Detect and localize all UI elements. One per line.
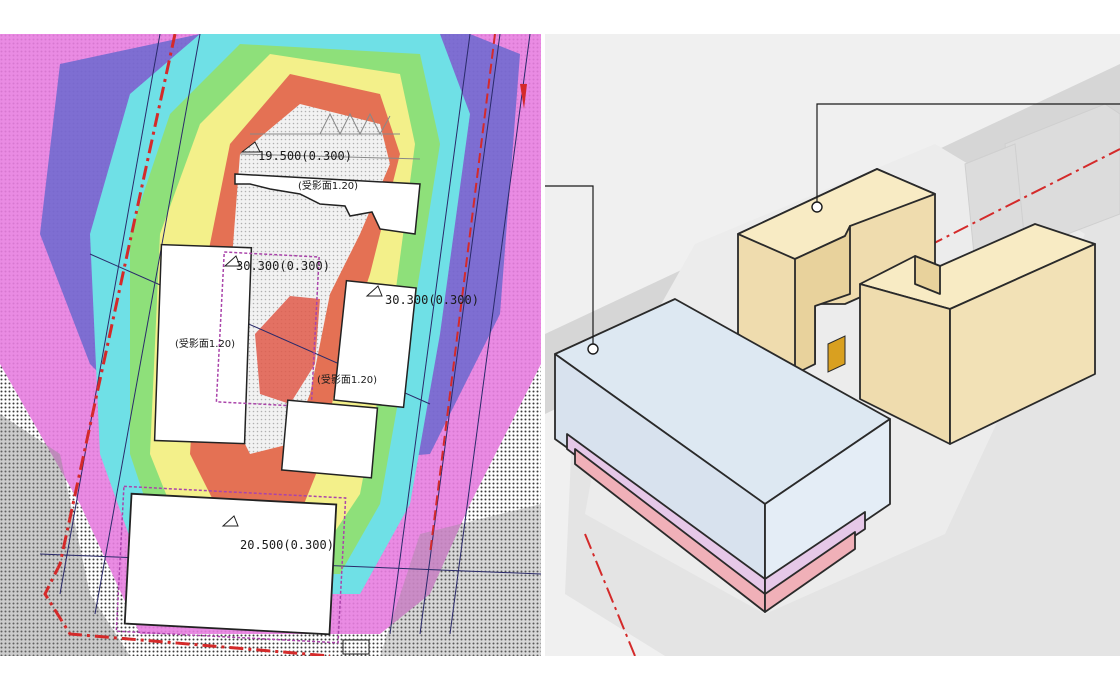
shadow-surface-label-mid-right: (受影面1.20) — [317, 374, 377, 386]
sunlight-analysis-plan: 19.500(0.300) (受影面1.20) 30.300(0.300) (受… — [0, 34, 541, 656]
shadow-surface-label-mid-left: (受影面1.20) — [175, 338, 235, 350]
podium-marker — [587, 343, 599, 355]
elevation-label-mid-left: 30.300(0.300) — [236, 259, 330, 273]
tower-marker — [811, 201, 823, 213]
elevation-label-mid-right: 30.300(0.300) — [385, 293, 479, 307]
shadow-surface-label-top: (受影面1.20) — [298, 180, 358, 192]
massing-model-view — [545, 34, 1120, 656]
elevation-label-top: 19.500(0.300) — [258, 149, 352, 163]
elevation-label-bottom: 20.500(0.300) — [240, 538, 334, 552]
building-mid-right-lower — [280, 399, 379, 479]
building-bottom-footprint — [123, 492, 338, 636]
model-drawing — [545, 64, 1120, 656]
plan-drawing: 19.500(0.300) (受影面1.20) 30.300(0.300) (受… — [0, 34, 541, 656]
